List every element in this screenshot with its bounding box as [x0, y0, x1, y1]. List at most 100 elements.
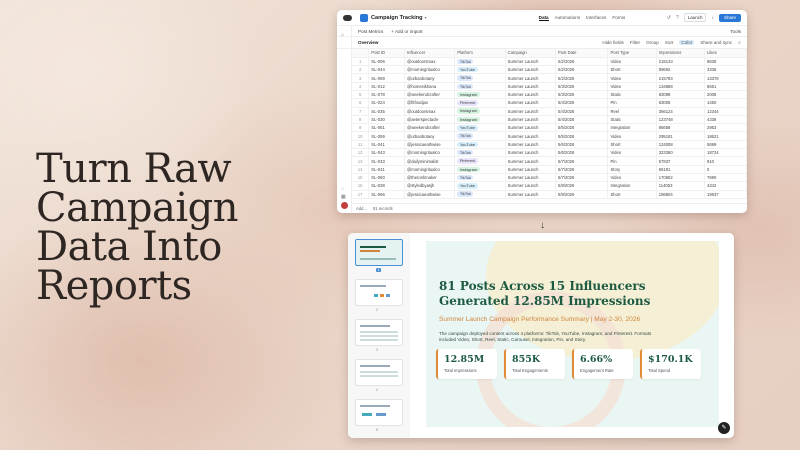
table-cell[interactable]: YouTube — [454, 140, 506, 150]
table-cell[interactable]: 5/3/2026 — [555, 82, 609, 92]
table-cell[interactable]: 12344 — [704, 107, 747, 116]
table-cell[interactable]: 18621 — [704, 131, 747, 141]
table-cell[interactable]: @theroshmaker — [404, 173, 456, 183]
table-cell[interactable]: 9 — [352, 123, 370, 133]
column-header[interactable]: Likes — [704, 49, 747, 58]
table-cell[interactable]: @morningritualco — [404, 65, 456, 75]
table-row[interactable]: 3 SL-069 @urbanbotany TikTok Summer Launch 5/… — [352, 73, 747, 83]
table-cell[interactable]: 7 — [352, 107, 370, 116]
table-cell[interactable]: Instagram — [454, 115, 506, 125]
table-cell[interactable]: 63005 — [656, 98, 705, 108]
table-cell[interactable]: SL-035 — [368, 107, 405, 116]
table-cell[interactable]: 1 — [352, 57, 370, 67]
table-cell[interactable]: 57837 — [656, 156, 705, 166]
table-cell[interactable]: 5/6/2026 — [555, 140, 609, 150]
table-cell[interactable]: 5/5/2026 — [555, 123, 609, 133]
table-cell[interactable]: 5/8/2026 — [555, 190, 609, 199]
table-row[interactable]: 12 SL-043 @morningritualco TikTok Summer Lau… — [352, 148, 747, 158]
table-row[interactable]: 11 SL-041 @jessicaeathwise YouTube Summer La… — [352, 140, 747, 150]
table-cell[interactable]: 13 — [352, 156, 370, 166]
table-cell[interactable]: 11 — [352, 140, 370, 150]
table-cell[interactable]: 0 — [704, 165, 747, 174]
table-cell[interactable]: 2 — [352, 65, 370, 75]
table-cell[interactable]: 366124 — [656, 107, 705, 116]
table-cell[interactable]: SL-012 — [368, 82, 405, 92]
table-cell[interactable]: 6 — [352, 98, 370, 108]
table-row[interactable]: 5 SL-078 @weekendcrafter Instagram Summer La… — [352, 90, 747, 100]
table-row[interactable]: 2 SL-044 @morningritualco YouTube Summer Lau… — [352, 65, 747, 75]
table-cell[interactable]: SL-024 — [368, 98, 405, 108]
table-cell[interactable]: 19837 — [704, 190, 747, 199]
table-cell[interactable]: 910 — [704, 156, 747, 166]
help-icon[interactable]: ? — [676, 15, 679, 21]
table-cell[interactable]: TikTok — [454, 148, 506, 158]
grid-icon[interactable]: ▦ — [341, 194, 346, 200]
column-header[interactable]: Platform — [454, 49, 506, 58]
table-cell[interactable]: SL-061 — [368, 123, 405, 133]
color-button[interactable]: Color — [679, 40, 695, 45]
table-cell[interactable]: 10 — [352, 131, 370, 141]
table-row[interactable]: 8 SL-030 @aeterspectacle Instagram Summer La… — [352, 115, 747, 125]
view-selector[interactable]: Overview — [358, 40, 378, 45]
table-cell[interactable]: @fitfoodjax — [404, 98, 456, 108]
table-cell[interactable]: Summer Launch — [505, 173, 557, 183]
tools-menu[interactable]: Tools — [730, 29, 741, 34]
table-row[interactable]: 1 SL-006 @outdoorsmax TikTok Summer Launch 5/… — [352, 57, 747, 67]
chevron-down-icon[interactable]: ▾ — [425, 15, 427, 20]
help-circle-icon[interactable]: ◌ — [341, 186, 344, 192]
table-cell[interactable]: 16 — [352, 181, 370, 191]
table-cell[interactable]: 5/2/2026 — [555, 57, 609, 67]
table-cell[interactable]: Pin — [607, 156, 657, 166]
table-cell[interactable]: TikTok — [454, 173, 506, 183]
base-title[interactable]: Campaign Tracking — [371, 15, 423, 21]
table-cell[interactable]: Summer Launch — [505, 82, 557, 92]
table-cell[interactable]: SL-041 — [368, 140, 405, 150]
table-cell[interactable]: TikTok — [454, 73, 506, 83]
table-cell[interactable]: Summer Launch — [505, 107, 557, 116]
table-cell[interactable]: YouTube — [454, 65, 506, 75]
table-cell[interactable]: @morningritualco — [404, 148, 456, 158]
table-cell[interactable]: 8638 — [704, 57, 747, 67]
table-cell[interactable]: Summer Launch — [505, 190, 557, 199]
table-cell[interactable]: SL-041 — [368, 165, 405, 174]
table-cell[interactable]: 215783 — [656, 73, 705, 83]
table-cell[interactable]: 12 — [352, 148, 370, 158]
table-cell[interactable]: Summer Launch — [505, 156, 557, 166]
table-cell[interactable]: 1450 — [704, 98, 747, 108]
share-button[interactable]: Share — [718, 13, 741, 22]
table-cell[interactable]: SL-060 — [368, 173, 405, 183]
table-cell[interactable]: 7690 — [704, 173, 747, 183]
table-cell[interactable]: YouTube — [454, 123, 506, 133]
table-cell[interactable]: 5/6/2026 — [555, 148, 609, 158]
avatar[interactable] — [341, 202, 348, 209]
table-cell[interactable]: 5 — [352, 90, 370, 100]
table-cell[interactable]: 5/7/2026 — [555, 173, 609, 183]
table-cell[interactable]: Static — [607, 90, 657, 100]
slide-thumbnail-5[interactable] — [355, 399, 403, 426]
table-cell[interactable]: Summer Launch — [505, 115, 557, 125]
search-icon[interactable]: ⌕ — [738, 40, 741, 46]
table-cell[interactable]: 5/3/2026 — [555, 90, 609, 100]
table-row[interactable]: 9 SL-061 @weekendcrafter YouTube Summer Laun… — [352, 123, 747, 133]
table-cell[interactable]: SL-030 — [368, 115, 405, 125]
table-cell[interactable]: SL-038 — [368, 181, 405, 191]
table-cell[interactable]: 123748 — [656, 115, 705, 125]
table-row[interactable]: 10 SL-059 @urbanbotany TikTok Summer Launch 5… — [352, 131, 747, 141]
table-cell[interactable]: 5/7/2026 — [555, 165, 609, 174]
table-cell[interactable]: Summer Launch — [505, 140, 557, 150]
table-cell[interactable]: 2953 — [704, 123, 747, 133]
table-cell[interactable]: Short — [607, 65, 657, 75]
table-cell[interactable]: SL-044 — [368, 65, 405, 75]
table-row[interactable]: 6 SL-024 @fitfoodjax Pinterest Summer Launch… — [352, 98, 747, 108]
column-header[interactable]: Post Date — [555, 49, 609, 58]
filter-button[interactable]: Filter — [630, 40, 640, 45]
table-cell[interactable]: Short — [607, 140, 657, 150]
table-row[interactable]: 7 SL-035 @outdoorsmax Instagram Summer Launc… — [352, 107, 747, 116]
table-row[interactable]: 16 SL-038 @styledbyasjh YouTube Summer Launc… — [352, 181, 747, 191]
nav-data[interactable]: Data — [538, 15, 549, 21]
table-cell[interactable]: 3 — [352, 73, 370, 83]
table-cell[interactable]: 5699 — [704, 140, 747, 150]
table-cell[interactable]: Reel — [607, 107, 657, 116]
table-cell[interactable]: Summer Launch — [505, 131, 557, 141]
table-cell[interactable]: SL-078 — [368, 90, 405, 100]
